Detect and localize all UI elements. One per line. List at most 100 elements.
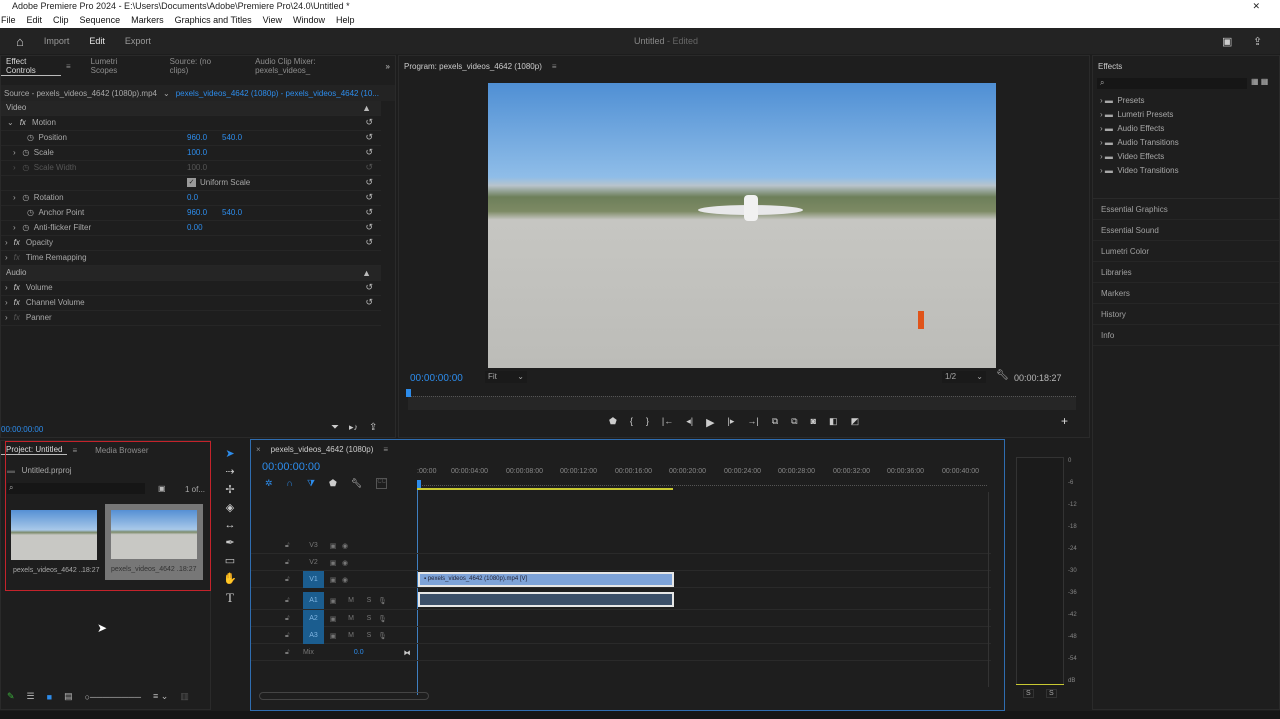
effect-controls-timecode[interactable]: 00:00:00:00: [1, 425, 43, 434]
sort-icon[interactable]: ≡ ⌄: [153, 691, 168, 702]
go-to-out-icon[interactable]: →|: [747, 416, 758, 429]
tab-effect-controls[interactable]: Effect Controls: [1, 57, 61, 76]
panel-info[interactable]: Info: [1093, 325, 1279, 346]
marker-icon[interactable]: ⬟: [329, 478, 337, 489]
tab-source[interactable]: Source: (no clips): [165, 57, 234, 75]
play-icon[interactable]: ▶: [706, 416, 714, 429]
time-ruler[interactable]: :00:00 00:00:04:00 00:00:08:00 00:00:12:00 0…: [417, 468, 987, 490]
selected-clip-item[interactable]: pexels_videos_4642 ... 18:27: [105, 504, 203, 580]
zoom-slider[interactable]: ○────────: [85, 692, 141, 702]
track-target-v1[interactable]: V1: [303, 571, 324, 588]
tree-lumetri-presets[interactable]: › ▬ Lumetri Presets: [1100, 108, 1279, 122]
automate-icon[interactable]: ▥: [180, 691, 189, 702]
solo-left-button[interactable]: S: [1023, 689, 1034, 698]
menu-window[interactable]: Window: [293, 12, 325, 28]
export-tab[interactable]: Export: [125, 36, 151, 46]
find-icon[interactable]: ▣: [158, 484, 166, 493]
lift-icon[interactable]: ⧉: [772, 416, 778, 429]
audio-clip[interactable]: [418, 592, 674, 607]
timeline-timecode[interactable]: 00:00:00:00: [262, 461, 320, 473]
resolution-select[interactable]: 1/2 ⌄: [942, 371, 986, 383]
panel-menu-icon[interactable]: ≡: [61, 62, 76, 71]
project-search-input[interactable]: ⌕: [7, 483, 145, 494]
program-timecode[interactable]: 00:00:00:00: [410, 373, 463, 384]
panel-essential-graphics[interactable]: Essential Graphics: [1093, 199, 1279, 220]
mark-out-icon[interactable]: }: [646, 416, 649, 429]
panel-menu-icon[interactable]: ≡: [547, 62, 562, 71]
play-audio-icon[interactable]: ▸♪: [349, 422, 358, 433]
hand-icon[interactable]: ✋: [223, 572, 237, 585]
menu-sequence[interactable]: Sequence: [80, 12, 121, 28]
video-clip[interactable]: ▪ pexels_videos_4642 (1080p).mp4 [V]: [418, 572, 674, 587]
sequence-tab[interactable]: pexels_videos_4642 (1080p): [266, 445, 379, 454]
ripple-edit-icon[interactable]: ✢: [225, 483, 234, 496]
step-back-icon[interactable]: ◂|: [686, 416, 693, 429]
sequence-clip[interactable]: pexels_videos_4642 (1080p) - pexels_vide…: [176, 89, 379, 98]
menu-file[interactable]: File: [1, 12, 16, 28]
horizontal-scrollbar[interactable]: [259, 692, 429, 700]
add-marker-icon[interactable]: ⬟: [609, 416, 617, 429]
zoom-select[interactable]: Fit ⌄: [485, 371, 527, 383]
chevron-down-icon[interactable]: ⌄: [163, 89, 170, 98]
icon-view-icon[interactable]: ■: [47, 692, 52, 702]
camera-icon[interactable]: ◙: [811, 416, 816, 429]
quick-export-icon[interactable]: ▣: [1222, 35, 1232, 48]
panel-libraries[interactable]: Libraries: [1093, 262, 1279, 283]
menu-edit[interactable]: Edit: [27, 12, 43, 28]
multicam-icon[interactable]: ◩: [851, 416, 860, 429]
track-select-icon[interactable]: ⇢: [225, 465, 234, 478]
list-view-icon[interactable]: ☰: [27, 691, 35, 702]
uniform-scale-checkbox[interactable]: ✓: [187, 178, 196, 188]
freeform-view-icon[interactable]: ▤: [64, 691, 73, 702]
effect-channel-volume[interactable]: › fx Channel Volume ↺: [1, 296, 381, 311]
panel-markers[interactable]: Markers: [1093, 283, 1279, 304]
import-tab[interactable]: Import: [44, 36, 70, 46]
menu-clip[interactable]: Clip: [53, 12, 69, 28]
tree-audio-transitions[interactable]: › ▬ Audio Transitions: [1100, 136, 1279, 150]
razor-icon[interactable]: ◈: [226, 501, 234, 514]
tree-video-effects[interactable]: › ▬ Video Effects: [1100, 150, 1279, 164]
add-button[interactable]: +: [1061, 414, 1068, 428]
tree-video-transitions[interactable]: › ▬ Video Transitions: [1100, 164, 1279, 178]
more-tabs-icon[interactable]: »: [381, 62, 395, 71]
effect-panner[interactable]: › fx Panner: [1, 311, 381, 326]
new-bin-icon[interactable]: ▦ ▦: [1251, 77, 1268, 86]
pencil-icon[interactable]: ✎: [7, 691, 15, 702]
mark-in-icon[interactable]: {: [630, 416, 633, 429]
type-tool-icon[interactable]: T: [226, 590, 234, 606]
settings-icon[interactable]: 🔧︎: [351, 478, 362, 489]
panel-essential-sound[interactable]: Essential Sound: [1093, 220, 1279, 241]
step-forward-icon[interactable]: |▸: [728, 416, 735, 429]
menu-graphics[interactable]: Graphics and Titles: [175, 12, 252, 28]
panel-history[interactable]: History: [1093, 304, 1279, 325]
vertical-scrollbar[interactable]: [988, 492, 996, 687]
effect-volume[interactable]: › fx Volume ↺: [1, 281, 381, 296]
tab-audio-clip-mixer[interactable]: Audio Clip Mixer: pexels_videos_: [250, 57, 372, 75]
clip-thumbnail[interactable]: [11, 510, 97, 560]
tab-lumetri-scopes[interactable]: Lumetri Scopes: [86, 57, 149, 75]
filter-icon[interactable]: ⏷: [331, 422, 339, 433]
export-icon[interactable]: ⇪: [369, 422, 377, 433]
close-icon[interactable]: ×: [251, 445, 266, 454]
selection-tool-icon[interactable]: ➤: [225, 447, 234, 460]
menu-help[interactable]: Help: [336, 12, 355, 28]
go-to-in-icon[interactable]: |←: [662, 416, 673, 429]
extract-icon[interactable]: ⧉: [791, 416, 797, 429]
effect-motion[interactable]: ⌄ fx Motion ↺: [1, 116, 381, 131]
program-scrubber[interactable]: [406, 389, 1076, 410]
pen-icon[interactable]: ✒: [225, 536, 234, 549]
compare-icon[interactable]: ◧: [829, 416, 838, 429]
snap-icon[interactable]: ∩: [287, 478, 293, 489]
tree-audio-effects[interactable]: › ▬ Audio Effects: [1100, 122, 1279, 136]
linked-selection-icon[interactable]: ⧩: [307, 478, 315, 489]
captions-icon[interactable]: CC: [376, 478, 387, 489]
effect-time-remapping[interactable]: › fx Time Remapping: [1, 251, 381, 266]
effect-opacity[interactable]: › fx Opacity ↺: [1, 236, 381, 251]
solo-right-button[interactable]: S: [1046, 689, 1057, 698]
panel-lumetri-color[interactable]: Lumetri Color: [1093, 241, 1279, 262]
menu-markers[interactable]: Markers: [131, 12, 164, 28]
share-icon[interactable]: ⇪: [1253, 35, 1262, 48]
home-icon[interactable]: ⌂: [16, 34, 24, 49]
wrench-icon[interactable]: 🔧︎: [996, 370, 1009, 381]
mix-value[interactable]: 0.0: [354, 649, 364, 656]
